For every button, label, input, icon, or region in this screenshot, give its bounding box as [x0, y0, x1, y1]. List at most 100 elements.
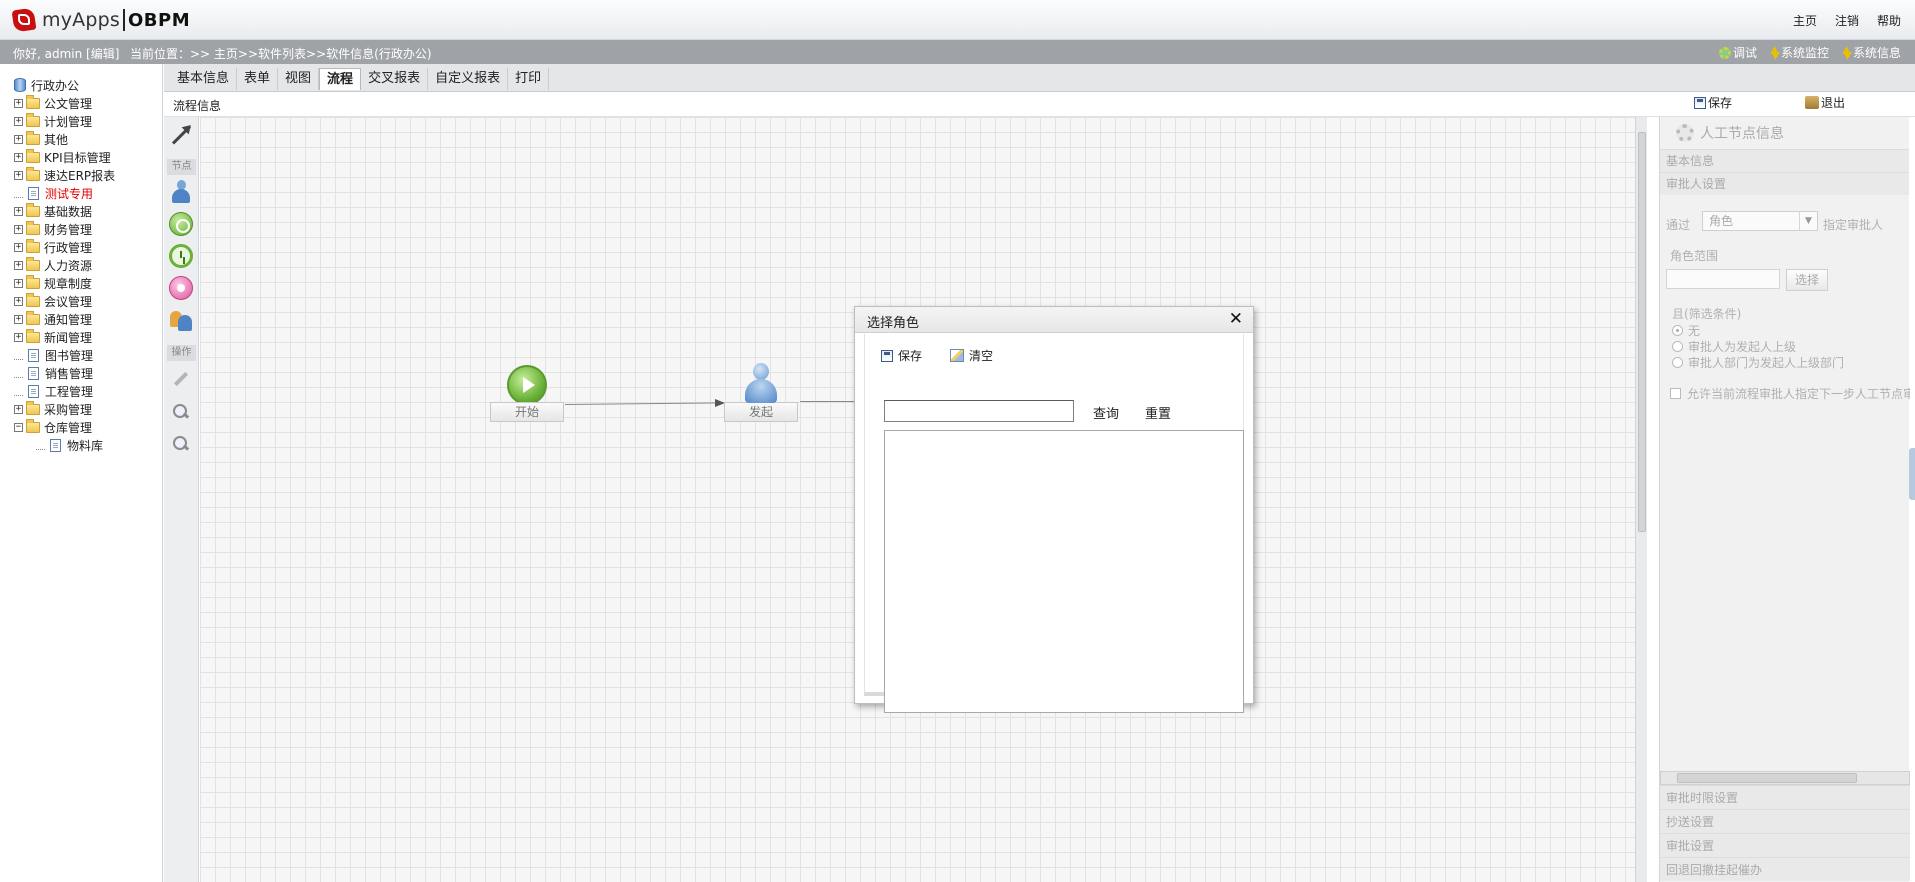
flow-edge-out[interactable] [800, 401, 855, 402]
logout-link[interactable]: 注销 [1835, 12, 1859, 29]
radio-superior-dept[interactable]: 审批人部门为发起人上级部门 [1672, 354, 1844, 371]
user-greeting[interactable]: 你好, admin [编辑] [13, 45, 119, 62]
via-select[interactable]: 角色 ▼ [1702, 211, 1818, 231]
system-monitor-link[interactable]: 系统监控 [1769, 44, 1829, 61]
subflow-node-tool[interactable] [168, 307, 194, 333]
expand-icon[interactable]: + [14, 260, 23, 270]
radio-superior[interactable]: 审批人为发起人上级 [1672, 338, 1796, 355]
role-search-input[interactable] [884, 400, 1074, 422]
expand-icon[interactable]: + [14, 170, 23, 180]
tree-root[interactable]: 行政办公 [0, 76, 162, 94]
expand-icon[interactable]: + [14, 98, 23, 108]
expand-icon[interactable]: + [14, 296, 23, 306]
expand-icon[interactable]: + [14, 314, 23, 324]
exit-button[interactable]: 退出 [1805, 94, 1845, 111]
sidebar-item[interactable]: + 基础数据 [0, 202, 162, 220]
sidebar-item[interactable]: + 其他 [0, 130, 162, 148]
sidebar-item[interactable]: + 通知管理 [0, 310, 162, 328]
sidebar-item[interactable]: + 规章制度 [0, 274, 162, 292]
close-icon[interactable]: ✕ [1229, 309, 1243, 329]
role-scope-input[interactable] [1666, 269, 1780, 289]
choose-button[interactable]: 选择 [1786, 269, 1828, 291]
tab-flow[interactable]: 流程 [319, 68, 362, 90]
help-link[interactable]: 帮助 [1877, 12, 1901, 29]
scrollbar-thumb[interactable] [1677, 773, 1857, 783]
sidebar-item-label: 会议管理 [44, 294, 93, 309]
save-button[interactable]: 保存 [1694, 94, 1732, 111]
role-list[interactable] [884, 430, 1244, 713]
panel-collapse-handle[interactable] [1909, 448, 1915, 500]
reset-button[interactable]: 重置 [1145, 403, 1171, 422]
sidebar-item[interactable]: + 会议管理 [0, 292, 162, 310]
dialog-save-button[interactable]: 保存 [881, 347, 922, 364]
tab-form[interactable]: 表单 [237, 68, 279, 90]
system-info-link[interactable]: 系统信息 [1841, 44, 1901, 61]
tab-print[interactable]: 打印 [508, 68, 550, 90]
expand-icon[interactable]: + [14, 134, 23, 144]
zoom-in-icon [172, 403, 190, 421]
tab-basic-info[interactable]: 基本信息 [170, 68, 238, 90]
allow-assign-checkbox[interactable]: 允许当前流程审批人指定下一步人工节点审批人 [1670, 385, 1910, 402]
radio-none[interactable]: 无 [1672, 322, 1700, 339]
tab-custom-report[interactable]: 自定义报表 [428, 68, 509, 90]
sidebar-item[interactable]: + 计划管理 [0, 112, 162, 130]
sidebar-item[interactable]: 工程管理 [0, 382, 162, 400]
zoom-out-tool[interactable] [168, 431, 194, 457]
expand-icon[interactable]: + [14, 278, 23, 288]
sidebar-item[interactable]: + 财务管理 [0, 220, 162, 238]
timer-node-tool[interactable] [168, 243, 194, 269]
tab-cross-report[interactable]: 交叉报表 [361, 68, 429, 90]
app-logo[interactable]: myApps OBPM [10, 6, 190, 34]
expand-icon[interactable]: + [14, 152, 23, 162]
query-button[interactable]: 查询 [1093, 403, 1119, 422]
sidebar-item[interactable]: 测试专用 [0, 184, 162, 202]
end-node-tool[interactable] [168, 275, 194, 301]
section-approval[interactable]: 审批设置 [1660, 833, 1910, 857]
start-node[interactable]: 开始 [490, 365, 564, 422]
sidebar-item[interactable]: 图书管理 [0, 346, 162, 364]
collapse-icon[interactable]: − [14, 422, 23, 432]
expand-icon[interactable]: + [14, 404, 23, 414]
expand-icon[interactable]: + [14, 116, 23, 126]
dialog-clear-label: 清空 [969, 349, 994, 363]
sidebar-item[interactable]: + 公文管理 [0, 94, 162, 112]
debug-link[interactable]: 调试 [1718, 44, 1757, 61]
expand-icon[interactable]: + [14, 332, 23, 342]
dialog-title: 选择角色 [867, 316, 920, 331]
canvas-scrollbar[interactable] [1635, 117, 1647, 882]
sidebar-item-label: 行政管理 [44, 240, 93, 255]
sidebar-item[interactable]: 物料库 [0, 436, 162, 454]
auto-node-tool[interactable] [168, 211, 194, 237]
section-approver-settings[interactable]: 审批人设置 [1660, 172, 1909, 195]
launch-node[interactable]: 发起 [724, 363, 798, 422]
section-rollback[interactable]: 回退回撤挂起催办 [1660, 857, 1910, 881]
section-cc[interactable]: 抄送设置 [1660, 809, 1910, 833]
scrollbar-thumb[interactable] [1638, 132, 1646, 532]
zoom-in-tool[interactable] [168, 399, 194, 425]
panel-hscrollbar[interactable] [1660, 771, 1910, 785]
expand-icon[interactable]: + [14, 242, 23, 252]
pointer-tool[interactable] [168, 121, 194, 147]
human-node-tool[interactable] [168, 179, 194, 205]
sidebar-item[interactable]: + KPI目标管理 [0, 148, 162, 166]
edit-tool[interactable] [168, 367, 194, 393]
sidebar-item[interactable]: + 速达ERP报表 [0, 166, 162, 184]
dialog-titlebar[interactable]: 选择角色 ✕ [855, 307, 1253, 333]
section-time-limit[interactable]: 审批时限设置 [1660, 785, 1910, 809]
end-node-icon [169, 276, 193, 300]
expand-icon[interactable]: + [14, 224, 23, 234]
home-link[interactable]: 主页 [1793, 12, 1817, 29]
flow-edge[interactable] [565, 402, 724, 405]
sidebar-item[interactable]: − 仓库管理 [0, 418, 162, 436]
tab-view[interactable]: 视图 [278, 68, 320, 90]
sidebar-item[interactable]: + 采购管理 [0, 400, 162, 418]
sidebar-item[interactable]: + 行政管理 [0, 238, 162, 256]
folder-icon [26, 328, 40, 343]
sidebar-item[interactable]: 销售管理 [0, 364, 162, 382]
folder-icon [26, 130, 40, 145]
dialog-clear-button[interactable]: 清空 [950, 347, 993, 364]
expand-icon[interactable]: + [14, 206, 23, 216]
section-basic-info[interactable]: 基本信息 [1660, 149, 1909, 172]
sidebar-item[interactable]: + 人力资源 [0, 256, 162, 274]
sidebar-item[interactable]: + 新闻管理 [0, 328, 162, 346]
